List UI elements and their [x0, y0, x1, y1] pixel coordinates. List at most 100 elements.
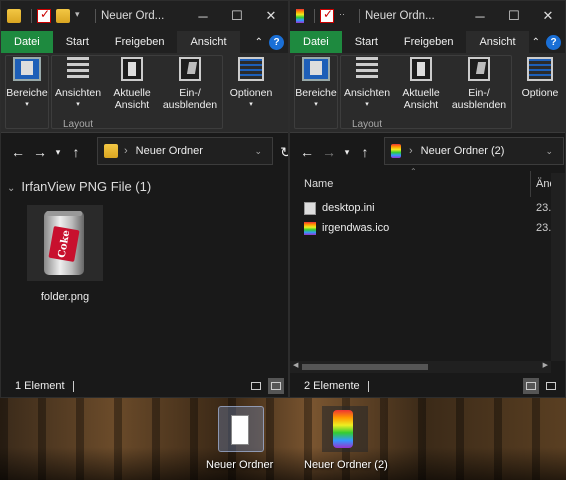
recent-locations-icon[interactable]: ▾	[51, 147, 65, 158]
minimize-button[interactable]: ─	[186, 1, 220, 31]
chevron-down-icon: ▾	[25, 101, 29, 108]
sort-ascending-icon: ⌃	[410, 167, 417, 176]
refresh-icon[interactable]: ↻	[275, 144, 288, 161]
window-title: Neuer Ord...	[101, 10, 165, 22]
breadcrumb-chevron-icon: ›	[124, 145, 128, 157]
layout-icon	[67, 57, 89, 81]
tab-file[interactable]: Datei	[1, 31, 53, 53]
scroll-left-icon[interactable]: ◀	[293, 361, 298, 369]
show-hide-label: Ein-/ ausblenden	[162, 87, 218, 111]
desktop-icon-label[interactable]: Neuer Ordner	[206, 459, 273, 471]
maximize-button[interactable]: ☐	[497, 1, 531, 31]
collapse-ribbon-icon[interactable]: ⌃	[532, 37, 540, 48]
group-label: Layout	[352, 119, 383, 130]
options-button[interactable]: Optionen ▾	[225, 57, 277, 127]
current-view-button[interactable]: Aktuelle Ansicht	[107, 57, 157, 127]
desktop-rainbow-folder-icon[interactable]	[322, 406, 368, 452]
title-bar[interactable]: ·· Neuer Ordn... ─ ☐ ✕	[290, 1, 565, 31]
tab-view[interactable]: Ansicht	[177, 31, 240, 53]
item-count: 1 Element	[15, 380, 65, 392]
customize-toolbar-icon[interactable]: ▾	[75, 9, 85, 23]
rainbow-folder-icon	[391, 144, 401, 158]
forward-arrow-icon[interactable]: →	[29, 144, 51, 160]
ribbon-tabs: Datei Start Freigeben Ansicht ⌃ ?	[1, 31, 288, 53]
help-icon[interactable]: ?	[269, 34, 284, 50]
status-divider	[72, 380, 74, 392]
recent-locations-icon[interactable]: ▾	[340, 147, 354, 158]
scrollbar-thumb[interactable]	[302, 364, 428, 370]
details-view-icon[interactable]	[248, 378, 264, 394]
column-headers: ⌃ Name Änder	[290, 167, 565, 197]
details-view-icon[interactable]	[523, 378, 539, 394]
layout-button[interactable]: Ansichten ▾	[342, 57, 392, 127]
maximize-button[interactable]: ☐	[220, 1, 254, 31]
title-bar[interactable]: ▾ Neuer Ord... ─ ☐ ✕	[1, 1, 288, 31]
horizontal-scrollbar[interactable]: ◀ ▶	[290, 361, 551, 373]
customize-toolbar-icon[interactable]: ··	[339, 9, 349, 23]
properties-icon[interactable]	[320, 7, 334, 23]
close-button[interactable]: ✕	[254, 1, 288, 31]
panes-button[interactable]: Bereiche ▾	[5, 57, 49, 127]
desktop-icon-label[interactable]: Neuer Ordner (2)	[304, 459, 388, 471]
tab-share[interactable]: Freigeben	[102, 31, 178, 53]
forward-arrow-icon[interactable]: →	[318, 144, 340, 160]
back-arrow-icon[interactable]: ←	[7, 144, 29, 160]
panes-label: Bereiche	[295, 87, 337, 99]
breadcrumb-chevron-icon: ›	[409, 145, 413, 157]
address-bar[interactable]: › Neuer Ordner ⌄	[97, 137, 273, 165]
properties-icon[interactable]	[37, 7, 51, 23]
back-arrow-icon[interactable]: ←	[296, 144, 318, 160]
group-header-label: IrfanView PNG File (1)	[21, 179, 152, 194]
settings-file-icon	[304, 201, 316, 215]
scroll-right-icon[interactable]: ▶	[543, 361, 548, 369]
tab-start[interactable]: Start	[53, 31, 102, 53]
explorer-window-left: ▾ Neuer Ord... ─ ☐ ✕ Datei Start Freigeb…	[0, 0, 289, 398]
file-name[interactable]: folder.png	[27, 291, 103, 303]
group-header[interactable]: ⌄ IrfanView PNG File (1)	[7, 179, 151, 194]
desktop-folder-icon[interactable]	[218, 406, 264, 452]
new-folder-icon[interactable]	[56, 9, 70, 23]
tab-file[interactable]: Datei	[290, 31, 342, 53]
options-button[interactable]: Optione	[514, 57, 565, 127]
options-label: Optione	[521, 87, 559, 99]
layout-label: Ansichten	[343, 87, 391, 99]
navigation-pane-icon	[302, 57, 330, 81]
navigation-pane-icon	[13, 57, 41, 81]
current-view-button[interactable]: Aktuelle Ansicht	[396, 57, 446, 127]
close-button[interactable]: ✕	[531, 1, 565, 31]
chevron-down-icon[interactable]: ⌄	[545, 146, 553, 157]
file-name: irgendwas.ico	[322, 222, 390, 234]
panes-button[interactable]: Bereiche ▾	[294, 57, 338, 127]
minimize-button[interactable]: ─	[463, 1, 497, 31]
help-icon[interactable]: ?	[546, 34, 561, 50]
item-count: 2 Elemente	[304, 380, 360, 392]
layout-icon	[356, 57, 378, 81]
file-row[interactable]: irgendwas.ico 23.11.	[304, 219, 565, 237]
options-label: Optionen	[229, 87, 273, 99]
show-hide-button[interactable]: Ein-/ ausblenden	[159, 57, 221, 127]
separator	[314, 9, 315, 23]
address-bar[interactable]: › Neuer Ordner (2) ⌄	[384, 137, 564, 165]
file-thumbnail[interactable]: Coke	[27, 205, 103, 281]
column-header-name[interactable]: Name	[304, 178, 333, 190]
large-icons-view-icon[interactable]	[543, 378, 559, 394]
navigation-bar: ← → ▾ ↑ › Neuer Ordner (2) ⌄	[290, 133, 565, 171]
show-hide-button[interactable]: Ein-/ ausblenden	[448, 57, 510, 127]
up-arrow-icon[interactable]: ↑	[354, 144, 376, 160]
tab-view[interactable]: Ansicht	[466, 31, 529, 53]
vertical-scrollbar[interactable]	[551, 173, 565, 361]
desktop-background: Neuer Ordner Neuer Ordner (2)	[0, 398, 566, 480]
column-divider[interactable]	[530, 171, 531, 197]
chevron-down-icon[interactable]: ⌄	[254, 146, 262, 157]
tab-share[interactable]: Freigeben	[391, 31, 467, 53]
navigation-bar: ← → ▾ ↑ › Neuer Ordner ⌄ ↻	[1, 133, 288, 171]
collapse-group-icon[interactable]: ⌄	[7, 183, 15, 194]
large-icons-view-icon[interactable]	[268, 378, 284, 394]
status-divider	[367, 380, 369, 392]
file-row[interactable]: desktop.ini 23.11.	[304, 199, 565, 217]
collapse-ribbon-icon[interactable]: ⌃	[255, 37, 263, 48]
tab-start[interactable]: Start	[342, 31, 391, 53]
up-arrow-icon[interactable]: ↑	[65, 144, 87, 160]
current-view-icon	[121, 57, 143, 81]
layout-button[interactable]: Ansichten ▾	[53, 57, 103, 127]
